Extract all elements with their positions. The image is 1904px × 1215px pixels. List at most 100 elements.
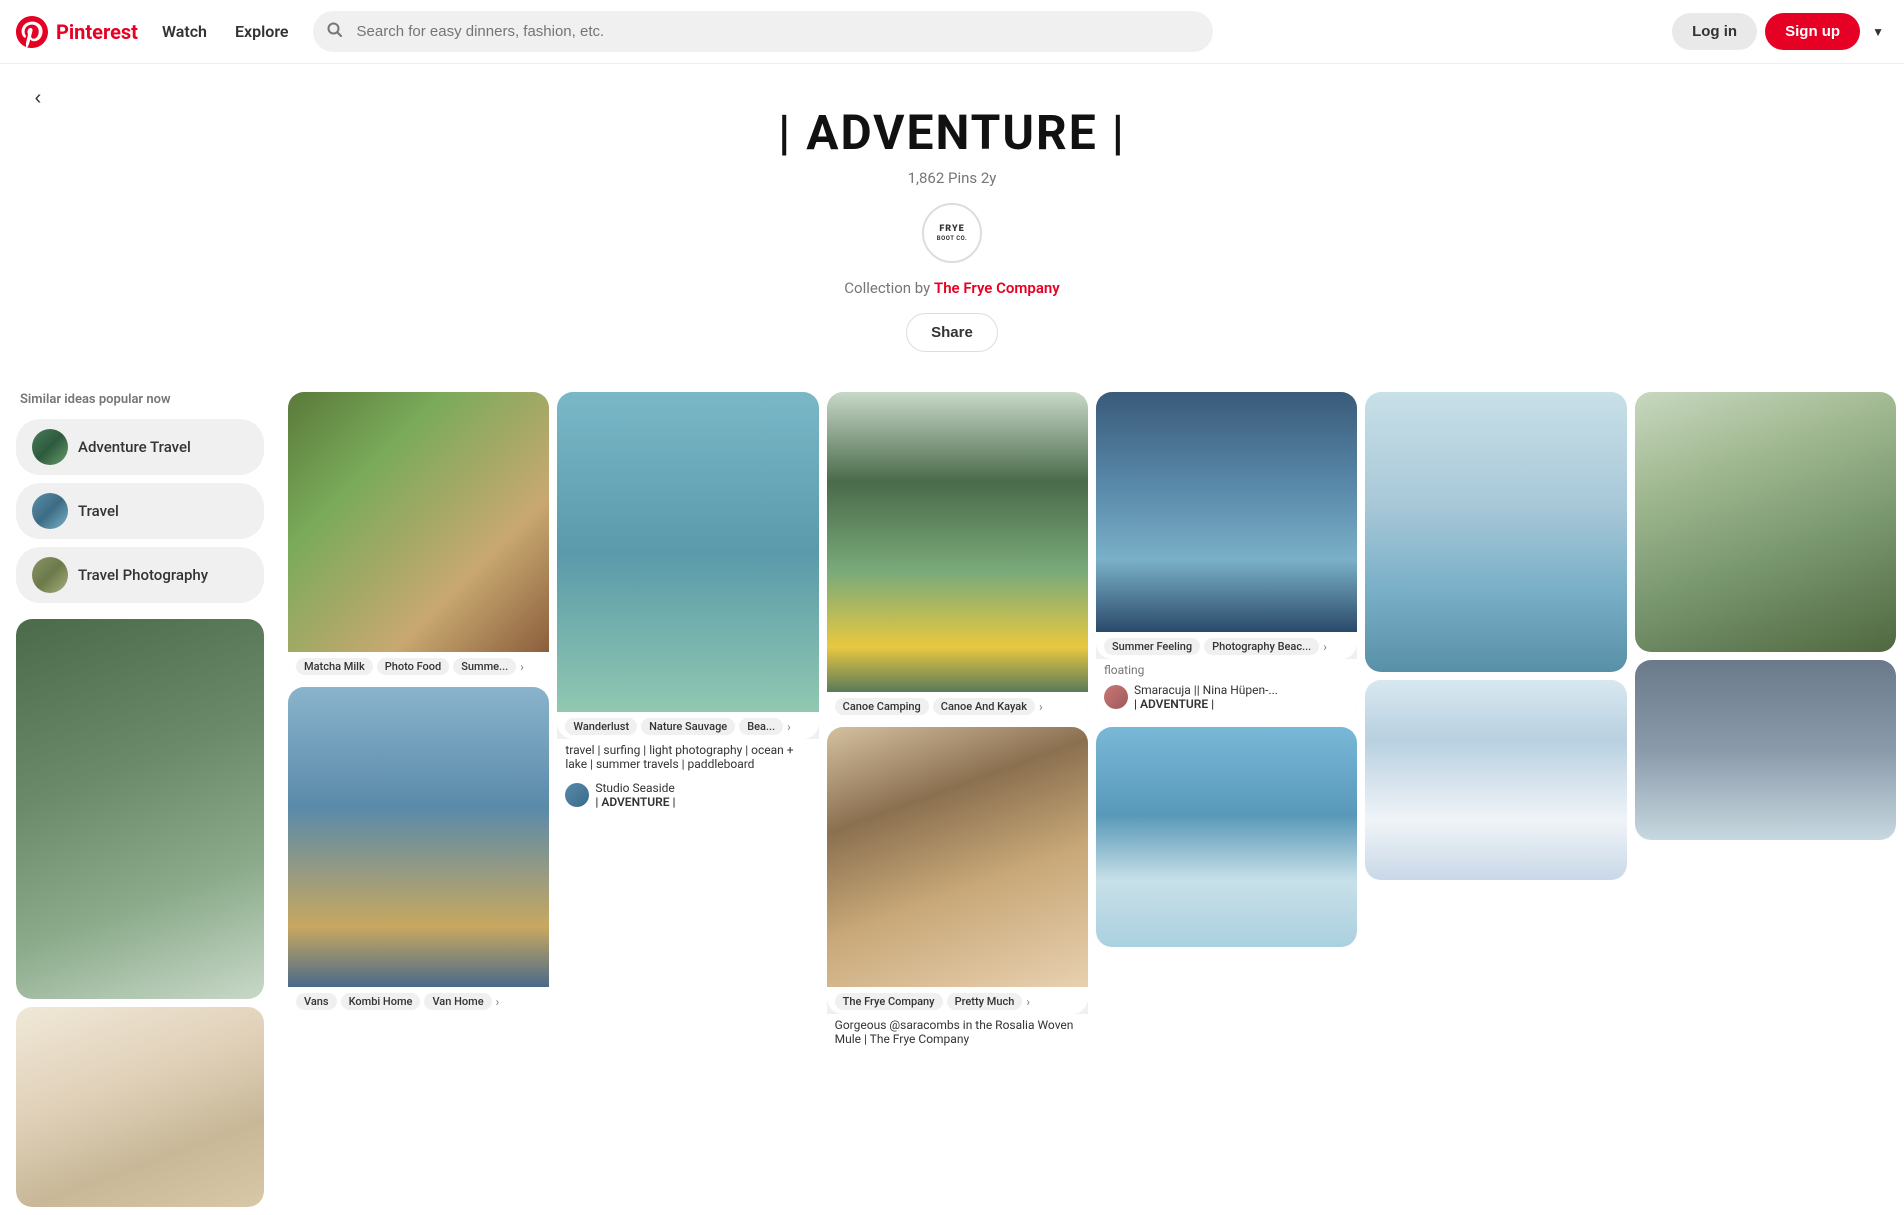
- more-tags-icon-water[interactable]: ›: [787, 720, 791, 734]
- nav-explore[interactable]: Explore: [223, 14, 301, 49]
- pin-author-boat: Smaracuja || Nina Hüpen-... | ADVENTURE …: [1096, 679, 1357, 719]
- pin-description-boat: floating: [1096, 659, 1357, 679]
- pin-img-sky: [1365, 680, 1626, 880]
- pin-tag-canoe-kayak[interactable]: Canoe And Kayak: [933, 698, 1035, 715]
- header: Pinterest Watch Explore Log in Sign up ▼: [0, 0, 1904, 64]
- chip-travel[interactable]: Travel: [16, 483, 264, 539]
- pin-tag-matcha[interactable]: Matcha Milk: [296, 658, 373, 675]
- pin-card-food[interactable]: Matcha Milk Photo Food Summe... ›: [288, 392, 549, 679]
- pin-tags-van: Vans Kombi Home Van Home ›: [288, 987, 549, 1014]
- chip-label-travelphoto: Travel Photography: [78, 566, 208, 584]
- board-owner: Collection by The Frye Company: [20, 279, 1884, 297]
- pin-card-rock[interactable]: [1096, 727, 1357, 947]
- pin-tags-food: Matcha Milk Photo Food Summe... ›: [288, 652, 549, 679]
- pin-card-mountain[interactable]: [1635, 392, 1896, 652]
- pin-tag-pretty[interactable]: Pretty Much: [947, 993, 1023, 1010]
- sidebar-card-picnic[interactable]: [16, 1007, 264, 1207]
- pin-description-water: travel | surfing | light photography | o…: [557, 739, 818, 777]
- author-name-boat: Smaracuja || Nina Hüpen-...: [1134, 683, 1278, 697]
- logo[interactable]: Pinterest: [16, 16, 138, 48]
- avatar-smaracuja: [1104, 685, 1128, 709]
- pin-img-food: [288, 392, 549, 652]
- pin-tag-frye[interactable]: The Frye Company: [835, 993, 943, 1010]
- masonry-grid: Matcha Milk Photo Food Summe... › Vans K…: [288, 392, 1896, 1052]
- chip-adventure-travel[interactable]: Adventure Travel: [16, 419, 264, 475]
- search-input[interactable]: [313, 11, 1213, 52]
- pin-img-boat: [1096, 392, 1357, 632]
- chevron-down-icon[interactable]: ▼: [1868, 21, 1888, 43]
- pin-img-rock: [1096, 727, 1357, 947]
- pin-tags-cactus: The Frye Company Pretty Much ›: [827, 987, 1088, 1014]
- pins-count: 1,862 Pins: [908, 169, 978, 187]
- chip-label-travel: Travel: [78, 502, 119, 520]
- chip-travel-photography[interactable]: Travel Photography: [16, 547, 264, 603]
- chip-img-travel: [32, 493, 68, 529]
- pin-img-water: [557, 392, 818, 712]
- nav-watch[interactable]: Watch: [150, 14, 219, 49]
- header-actions: Log in Sign up ▼: [1672, 13, 1888, 50]
- main-content: | ADVENTURE | 1,862 Pins 2y FRYE BOOT CO…: [0, 0, 1904, 1215]
- board-header: | ADVENTURE | 1,862 Pins 2y FRYE BOOT CO…: [0, 64, 1904, 372]
- author-board-boat: | ADVENTURE |: [1134, 697, 1278, 711]
- more-tags-icon-canoe[interactable]: ›: [1039, 700, 1043, 714]
- sidebar-forest-img: [16, 619, 264, 999]
- search-bar: [313, 11, 1213, 52]
- avatar-studio-seaside: [565, 783, 589, 807]
- pin-tag-summer-feeling[interactable]: Summer Feeling: [1104, 638, 1200, 655]
- frye-logo: FRYE BOOT CO.: [937, 224, 967, 242]
- pin-card-glacier[interactable]: [1365, 392, 1626, 672]
- pin-img-van: [288, 687, 549, 987]
- pin-tag-bea[interactable]: Bea...: [739, 718, 783, 735]
- sidebar: Similar ideas popular now Adventure Trav…: [0, 392, 280, 1215]
- author-board-water: | ADVENTURE |: [595, 795, 675, 809]
- chip-label-adventure: Adventure Travel: [78, 438, 191, 456]
- sidebar-card-forest[interactable]: [16, 619, 264, 999]
- more-tags-icon-van[interactable]: ›: [496, 995, 500, 1009]
- pin-tag-vans[interactable]: Vans: [296, 993, 337, 1010]
- pin-grid: Matcha Milk Photo Food Summe... › Vans K…: [280, 392, 1904, 1215]
- pinterest-wordmark: Pinterest: [56, 20, 138, 44]
- pin-card-cactus[interactable]: The Frye Company Pretty Much › Gorgeous …: [827, 727, 1088, 1052]
- pin-tag-canoe-camping[interactable]: Canoe Camping: [835, 698, 929, 715]
- chip-img-adventure: [32, 429, 68, 465]
- pin-card-van[interactable]: Vans Kombi Home Van Home ›: [288, 687, 549, 1014]
- pin-author-water: Studio Seaside | ADVENTURE |: [557, 777, 818, 817]
- pinterest-icon: [16, 16, 48, 48]
- pin-card-sky[interactable]: [1365, 680, 1626, 880]
- pin-card-canoe[interactable]: Canoe Camping Canoe And Kayak ›: [827, 392, 1088, 719]
- more-tags-icon-food[interactable]: ›: [520, 660, 524, 674]
- sidebar-picnic-img: [16, 1007, 264, 1207]
- pin-tag-kombi[interactable]: Kombi Home: [341, 993, 421, 1010]
- pin-card-boat[interactable]: Summer Feeling Photography Beac... › flo…: [1096, 392, 1357, 719]
- more-tags-icon-boat[interactable]: ›: [1323, 640, 1327, 654]
- login-button[interactable]: Log in: [1672, 13, 1757, 50]
- search-icon: [327, 22, 343, 42]
- pin-img-mountain: [1635, 392, 1896, 652]
- board-owner-avatar[interactable]: FRYE BOOT CO.: [922, 203, 982, 263]
- owner-link[interactable]: The Frye Company: [934, 279, 1060, 297]
- author-name-water: Studio Seaside: [595, 781, 675, 795]
- content-area: Similar ideas popular now Adventure Trav…: [0, 372, 1904, 1215]
- main-nav: Watch Explore: [150, 14, 301, 49]
- pin-tag-photo-beach[interactable]: Photography Beac...: [1204, 638, 1319, 655]
- board-title: | ADVENTURE |: [20, 104, 1884, 161]
- pin-tags-boat: Summer Feeling Photography Beac... ›: [1096, 632, 1357, 659]
- pin-img-tent: [1635, 660, 1896, 840]
- more-tags-icon-cactus[interactable]: ›: [1026, 995, 1030, 1009]
- share-button[interactable]: Share: [906, 313, 998, 352]
- signup-button[interactable]: Sign up: [1765, 13, 1860, 50]
- pin-tag-vanhome[interactable]: Van Home: [424, 993, 491, 1010]
- pin-img-cactus: [827, 727, 1088, 987]
- pin-tag-wanderlust[interactable]: Wanderlust: [565, 718, 637, 735]
- board-meta: 1,862 Pins 2y: [20, 169, 1884, 187]
- back-button[interactable]: ‹: [20, 80, 56, 116]
- pin-tags-canoe: Canoe Camping Canoe And Kayak ›: [827, 692, 1088, 719]
- pin-img-canoe: [827, 392, 1088, 692]
- pin-card-tent[interactable]: [1635, 660, 1896, 840]
- pin-tag-summer[interactable]: Summe...: [453, 658, 516, 675]
- pin-card-water[interactable]: Wanderlust Nature Sauvage Bea... › trave…: [557, 392, 818, 817]
- board-age: 2y: [981, 169, 997, 187]
- pin-tags-water: Wanderlust Nature Sauvage Bea... ›: [557, 712, 818, 739]
- pin-tag-photofood[interactable]: Photo Food: [377, 658, 450, 675]
- pin-tag-nature[interactable]: Nature Sauvage: [641, 718, 735, 735]
